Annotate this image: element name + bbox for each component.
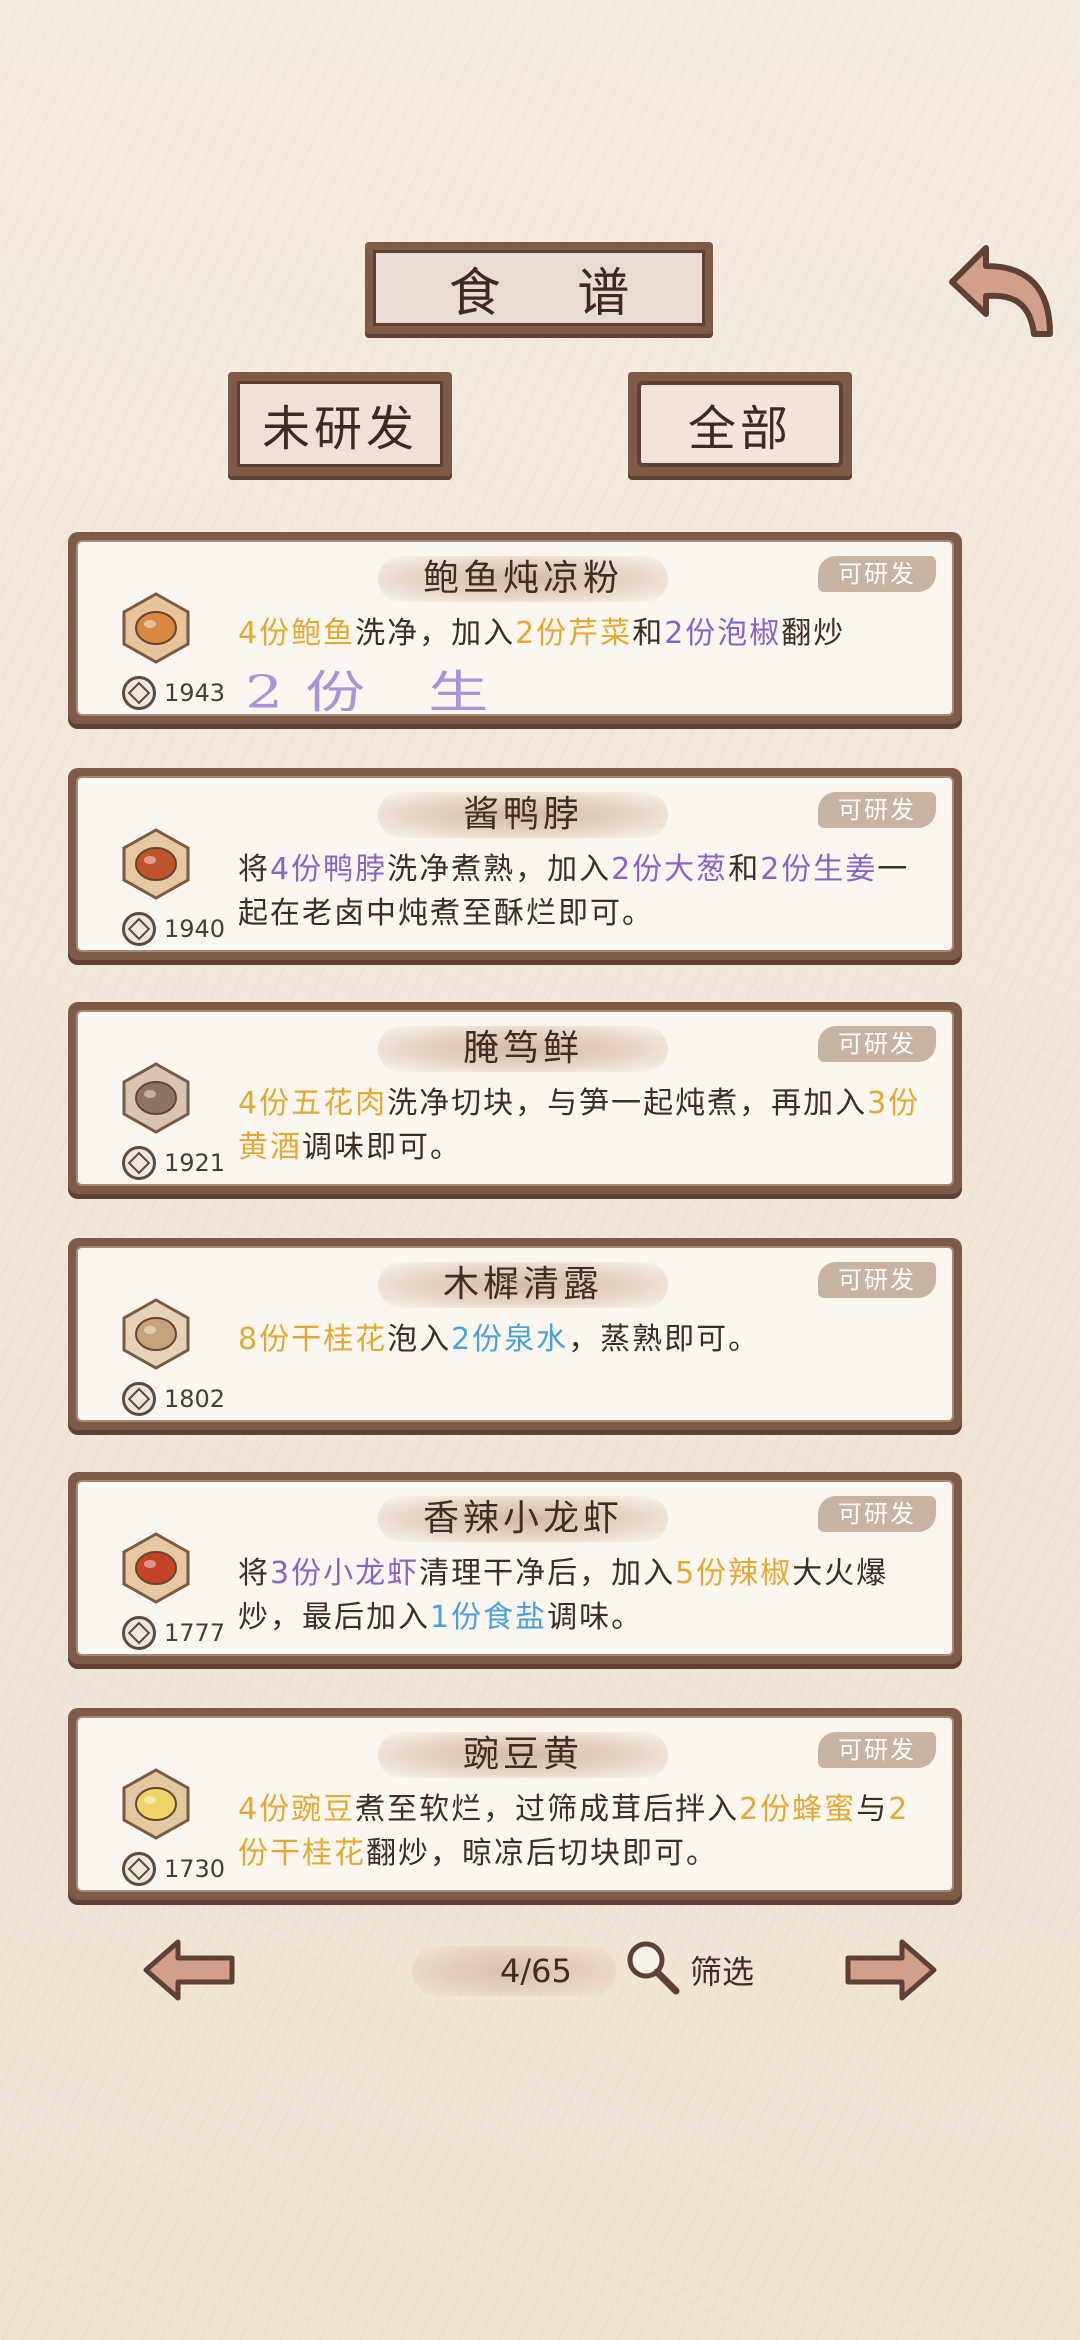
ingredient-highlight: 1份食盐 — [430, 1600, 548, 1635]
recipe-cost: 1777 — [164, 1619, 226, 1647]
recipe-name: 豌豆黄 — [462, 1734, 583, 1775]
page-title: 食 谱 — [448, 263, 660, 324]
dish-icon — [122, 1768, 190, 1840]
description-text: 翻炒，晾凉后切块即可。 — [366, 1836, 718, 1871]
recipe-description: 4份豌豆煮至软烂，过筛成茸后拌入2份蜂蜜与2份干桂花翻炒，晾凉后切块即可。 — [238, 1788, 938, 1876]
ingredient-highlight: 3份小龙虾 — [270, 1556, 420, 1591]
recipe-name: 腌笃鲜 — [462, 1028, 583, 1069]
recipe-status-badge: 可研发 — [818, 556, 936, 592]
page-indicator: 4/65 — [500, 1952, 572, 1990]
ingredient-highlight: 5份辣椒 — [675, 1556, 793, 1591]
coin-icon — [122, 676, 156, 710]
recipe-cost: 1921 — [164, 1149, 226, 1177]
next-page-arrow-icon[interactable] — [842, 1938, 938, 2002]
recipe-status-badge: 可研发 — [818, 1262, 936, 1298]
description-text: 洗净，加入 — [355, 616, 516, 651]
description-text: 翻炒 — [781, 616, 846, 651]
description-text: 和 — [632, 616, 665, 651]
recipe-description: 将4份鸭脖洗净煮熟，加入2份大葱和2份生姜一起在老卤中炖煮至酥烂即可。 — [238, 848, 938, 936]
recipe-cost: 1943 — [164, 679, 226, 707]
description-text: 将 — [238, 1556, 270, 1591]
recipe-description: 4份五花肉洗净切块，与笋一起炖煮，再加入3份黄酒调味即可。 — [238, 1082, 938, 1170]
tab-undeveloped[interactable]: 未研发 — [228, 372, 452, 476]
recipe-name: 木樨清露 — [442, 1264, 603, 1305]
ingredient-highlight: 2份生姜 — [760, 852, 878, 887]
description-text: 调味。 — [547, 1600, 644, 1635]
description-text: 洗净煮熟，加入 — [387, 852, 612, 887]
description-text: 调味即可。 — [302, 1130, 462, 1165]
tab-undeveloped-label: 未研发 — [261, 401, 418, 457]
recipe-name: 香辣小龙虾 — [422, 1498, 623, 1539]
coin-icon — [122, 1852, 156, 1886]
coin-icon — [122, 1382, 156, 1416]
description-text: 洗净切块，与笋一起炖煮，再加入 — [387, 1086, 868, 1121]
dish-icon — [122, 1532, 190, 1604]
recipe-card[interactable]: 酱鸭脖 可研发 1940 将4份鸭脖洗净煮熟，加入2份大葱和2份生姜一起在老卤中… — [68, 768, 962, 960]
recipe-name: 鲍鱼炖凉粉 — [422, 558, 623, 599]
description-text: 和 — [728, 852, 761, 887]
coin-icon — [122, 1146, 156, 1180]
dish-icon — [122, 1298, 190, 1370]
recipe-card[interactable]: 豌豆黄 可研发 1730 4份豌豆煮至软烂，过筛成茸后拌入2份蜂蜜与2份干桂花翻… — [68, 1708, 962, 1900]
tab-all-label: 全部 — [687, 401, 792, 457]
recipe-cost: 1802 — [164, 1385, 226, 1413]
recipe-status-badge: 可研发 — [818, 1026, 936, 1062]
recipe-card[interactable]: 鲍鱼炖凉粉 可研发 1943 4份鲍鱼洗净，加入2份芹菜和2份泡椒翻炒 — [68, 532, 962, 724]
ingredient-highlight: 4份鲍鱼 — [238, 616, 356, 651]
coin-icon — [122, 1616, 156, 1650]
back-arrow-icon[interactable] — [946, 240, 1056, 340]
recipe-card[interactable]: 腌笃鲜 可研发 1921 4份五花肉洗净切块，与笋一起炖煮，再加入3份黄酒调味即… — [68, 1002, 962, 1194]
ingredient-highlight: 2份芹菜 — [515, 616, 633, 651]
description-text: 煮至软烂，过筛成茸后拌入 — [355, 1792, 740, 1827]
recipe-name: 酱鸭脖 — [462, 794, 583, 835]
ingredient-highlight: 2份大葱 — [611, 852, 729, 887]
dish-icon — [122, 1062, 190, 1134]
recipe-description: 4份鲍鱼洗净，加入2份芹菜和2份泡椒翻炒 — [238, 612, 938, 656]
search-icon[interactable] — [622, 1938, 682, 1996]
coin-icon — [122, 912, 156, 946]
ingredient-highlight: 4份豌豆 — [238, 1792, 356, 1827]
page-title-plaque: 食 谱 — [365, 242, 713, 334]
ingredient-highlight: 2份泉水 — [451, 1322, 569, 1357]
description-text: ，蒸熟即可。 — [568, 1322, 761, 1357]
recipe-card[interactable]: 香辣小龙虾 可研发 1777 将3份小龙虾清理干净后，加入5份辣椒大火爆炒，最后… — [68, 1472, 962, 1664]
overlay-ghost-text: 2份 生 — [245, 666, 511, 719]
recipe-description: 将3份小龙虾清理干净后，加入5份辣椒大火爆炒，最后加入1份食盐调味。 — [238, 1552, 938, 1640]
recipe-cost: 1940 — [164, 915, 226, 943]
tab-all[interactable]: 全部 — [628, 372, 852, 476]
ingredient-highlight: 4份五花肉 — [238, 1086, 388, 1121]
ingredient-highlight: 2份泡椒 — [664, 616, 782, 651]
filter-button[interactable]: 筛选 — [690, 1950, 754, 1994]
recipe-cost: 1730 — [164, 1855, 226, 1883]
description-text: 清理干净后，加入 — [419, 1556, 676, 1591]
recipe-card[interactable]: 木樨清露 可研发 1802 8份干桂花泡入2份泉水，蒸熟即可。 — [68, 1238, 962, 1430]
recipe-status-badge: 可研发 — [818, 1732, 936, 1768]
ingredient-highlight: 2份蜂蜜 — [739, 1792, 857, 1827]
description-text: 泡入 — [387, 1322, 452, 1357]
ingredient-highlight: 4份鸭脖 — [270, 852, 388, 887]
ingredient-highlight: 8份干桂花 — [238, 1322, 388, 1357]
description-text: 与 — [856, 1792, 889, 1827]
dish-icon — [122, 592, 190, 664]
recipe-status-badge: 可研发 — [818, 1496, 936, 1532]
dish-icon — [122, 828, 190, 900]
recipe-status-badge: 可研发 — [818, 792, 936, 828]
prev-page-arrow-icon[interactable] — [142, 1938, 238, 2002]
recipe-description: 8份干桂花泡入2份泉水，蒸熟即可。 — [238, 1318, 938, 1362]
description-text: 将 — [238, 852, 270, 887]
